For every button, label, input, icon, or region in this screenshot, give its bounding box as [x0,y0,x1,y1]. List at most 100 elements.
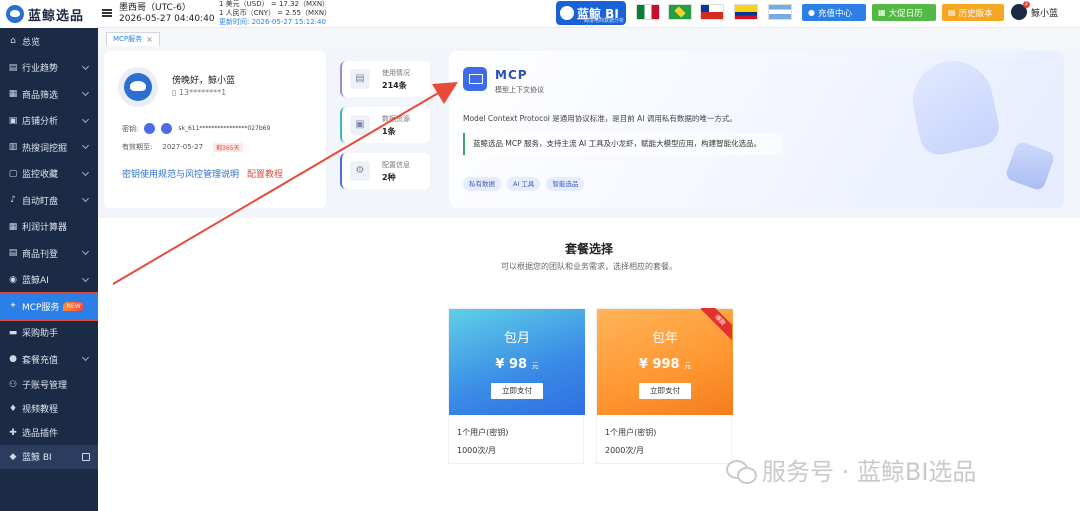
close-icon[interactable]: × [146,33,153,46]
flag-brazil-icon[interactable] [668,4,692,20]
stat-usage[interactable]: ▤ 使用情况 214条 [340,61,430,97]
sidebar-item-video[interactable]: ♦ 视频教程 [0,397,98,421]
flag-mexico-icon[interactable] [636,4,660,20]
sidebar-item-monitor[interactable]: ▢ 监控收藏 [0,161,98,188]
pay-button[interactable]: 立即支付 [639,383,691,399]
phone-number: 13********1 [178,88,227,97]
chevron-down-icon [81,88,90,97]
tab-mcp[interactable]: MCP服务 × [106,32,160,46]
expire-date: 2027-05-27 [162,143,204,151]
mcp-description: Model Context Protocol 是通用协议标准，是目前 AI 调用… [463,114,737,123]
phone-icon: ▯ [172,88,179,97]
overview-panel: 傍晚好，鲸小蓝 ▯ 13********1 密钥: sk_611********… [98,48,1080,218]
api-key-row: 密钥: sk_611****************027b69 [122,123,270,134]
plan-card-yearly[interactable]: 包年 ¥ 998 元 立即支付 爆款 1个用户(密钥) 2000次/月 [596,308,733,464]
sidebar-item-calculator[interactable]: ▦ 利润计算器 [0,214,98,241]
sidebar-nav: ⌂ 总览 ▤ 行业趋势 ▦ 商品筛选 ▣ 店铺分析 ▥ 热搜词挖掘 ▢ 监控收藏 ♪ 自动盯盘 ▦ 利润计算器… [0,28,99,469]
decorative-shape [905,53,1003,159]
user-menu[interactable]: 鲸小蓝 [1011,1,1059,20]
chevron-down-icon [81,274,90,282]
mcp-title: MCP [495,68,528,82]
hot-ribbon: 爆款 [698,308,732,342]
user-icon: ● [9,354,17,365]
tab-bar: MCP服务 × [106,32,160,46]
sidebar-item-mcp[interactable]: ✦ MCP服务 NEW [0,292,99,321]
sidebar-item-user[interactable]: ● 套餐充值 [0,346,98,373]
config-tutorial-link[interactable]: 配置教程 [247,167,283,180]
plans-title: 套餐选择 [564,242,613,256]
sidebar-item-trend[interactable]: ▤ 行业趋势 [0,55,98,82]
sidebar-item-label: 自动盯盘 [22,196,59,207]
plan-card-monthly[interactable]: 包月 ¥ 98 元 立即支付 1个用户(密钥) 1000次/月 [448,308,585,464]
plans-subtitle: 可以根据您的团队和业务需求，选择相应的套餐。 [501,262,677,271]
publish-icon: ▤ [8,248,18,259]
sidebar-item-publish[interactable]: ▤ 商品刊登 [0,240,98,267]
avatar [1011,1,1030,20]
tag-chip: 私有数据 [463,177,501,191]
sidebar-item-label: 热搜词挖掘 [22,143,68,154]
calculator-icon: ▦ [8,221,18,232]
eye-icon[interactable] [161,123,173,134]
recharge-label: 充值中心 [817,8,852,19]
cny-rate: 1 人民币（CNY） = 2.55（MXN） [219,9,332,17]
plan-feature: 2000次/月 [605,446,645,455]
sidebar-item-bi[interactable]: ◆ 蓝鲸 BI [0,444,98,469]
flag-colombia-icon[interactable] [734,4,758,20]
pay-button[interactable]: 立即支付 [491,383,543,399]
mcp-subtitle: 模型上下文协议 [495,86,544,94]
stat-resources[interactable]: ▣ 数据资源 1条 [340,107,430,143]
app-logo[interactable]: 蓝鲸选品 [0,0,98,28]
sidebar-item-grid[interactable]: ▦ 商品筛选 [0,81,98,108]
username: 鲸小蓝 [1031,8,1059,19]
sidebar-item-team[interactable]: ⚇ 子账号管理 [0,373,98,397]
menu-toggle-icon[interactable] [102,9,112,17]
sidebar-item-label: 子账号管理 [22,381,68,391]
promo-calendar-button[interactable]: ▦ 大促日历 [872,4,936,21]
sidebar-item-bell[interactable]: ♪ 自动盯盘 [0,187,98,214]
chevron-down-icon [81,115,90,123]
history-version-button[interactable]: ▤ 历史版本 [942,4,1004,21]
sidebar-item-label: 采购助手 [22,329,59,340]
whale-logo-icon [6,5,24,23]
ai-icon: ◉ [9,274,17,285]
bi-button[interactable]: 蓝鲸 BI 跨境电商数据分析专家 [556,1,626,31]
history-label: 历史版本 [958,8,993,19]
stat-value: 1条 [382,127,396,136]
external-link-icon[interactable] [82,452,90,461]
sidebar-item-label: 选品插件 [22,429,59,439]
sidebar-item-ai[interactable]: ◉ 蓝鲸AI [0,267,98,294]
sidebar-item-label: 蓝鲸AI [22,276,49,287]
sidebar-item-puzzle[interactable]: ✚ 选品插件 [0,421,98,445]
flag-chile-icon[interactable] [700,4,724,20]
mcp-intro-card: MCP 模型上下文协议 Model Context Protocol 是通用协议… [449,51,1064,208]
chevron-down-icon [81,247,90,256]
sidebar: 蓝鲸选品 ⌂ 总览 ▤ 行业趋势 ▦ 商品筛选 ▣ 店铺分析 ▥ 热搜词挖掘 ▢ 监控收藏 ♪ 自动盯盘 ▦… [0,0,99,511]
sidebar-item-purchase[interactable]: ▬ 采购助手 [0,320,98,347]
chevron-down-icon [81,353,90,362]
timezone-display: 墨西哥（UTC-6） 2026-05-27 04:40:40 [119,3,215,25]
stat-label: 数据资源 [382,115,410,123]
stat-label: 配置信息 [382,161,410,169]
chevron-down-icon [81,141,90,150]
trend-icon: ▤ [8,62,18,73]
flag-argentina-icon[interactable] [768,4,792,20]
video-icon: ♦ [8,403,18,414]
key-policy-link[interactable]: 密钥使用规范与风控管理说明 [122,167,239,180]
sidebar-item-home[interactable]: ⌂ 总览 [0,28,98,55]
recharge-button[interactable]: ● 充值中心 [802,4,866,21]
sidebar-item-fire[interactable]: ▥ 热搜词挖掘 [0,134,98,161]
api-key-value: sk_611****************027b69 [178,125,271,132]
price-value: ¥ 98 [495,357,528,372]
refresh-icon[interactable] [144,123,156,134]
plan-price: ¥ 98 元 [449,357,585,372]
monitor-icon [463,67,487,91]
stat-label: 使用情况 [382,69,410,77]
puzzle-icon: ✚ [9,427,17,438]
stat-config[interactable]: ⚙ 配置信息 2种 [340,153,430,189]
sidebar-item-store[interactable]: ▣ 店铺分析 [0,108,98,135]
price-value: ¥ 998 [638,357,680,372]
home-icon: ⌂ [10,36,16,47]
sidebar-item-label: 总览 [22,37,41,48]
team-icon: ⚇ [8,379,18,390]
expiry-row: 有效期至: 2027-05-27 剩365天 [122,142,243,152]
